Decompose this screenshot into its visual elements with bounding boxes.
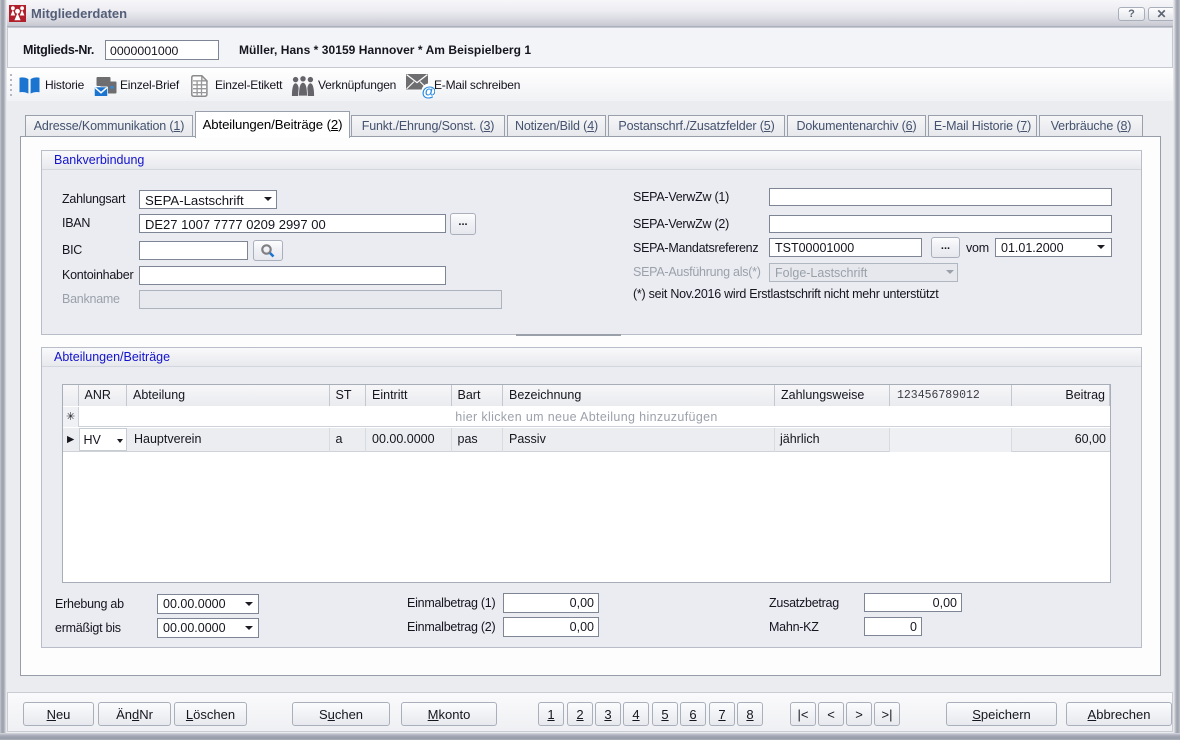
svg-text:@: @ <box>422 84 435 100</box>
